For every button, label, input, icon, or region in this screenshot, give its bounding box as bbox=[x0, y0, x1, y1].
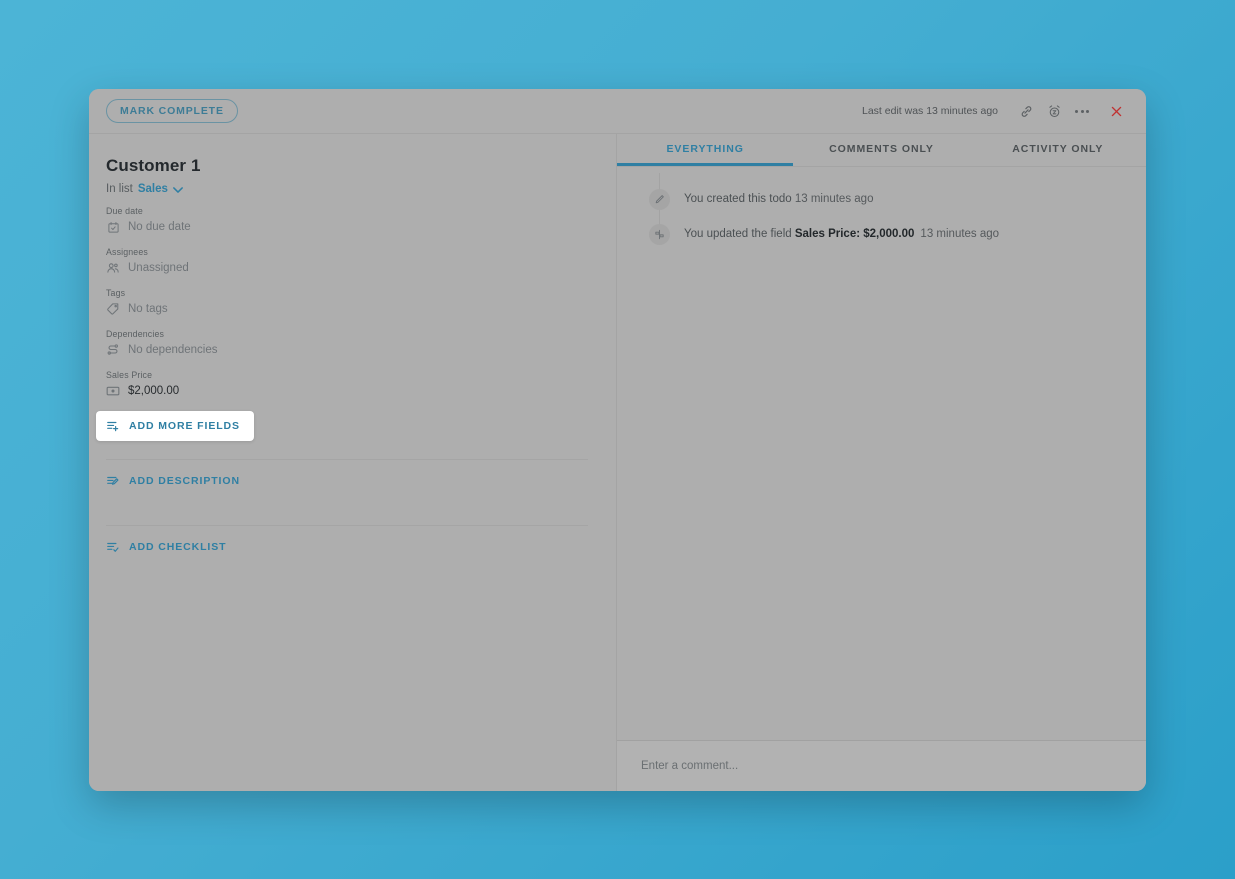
modal-header: MARK COMPLETE Last edit was 13 minutes a… bbox=[89, 89, 1146, 134]
list-name[interactable]: Sales bbox=[138, 183, 168, 195]
ellipsis-dots bbox=[1075, 109, 1089, 113]
tab-everything-label: EVERYTHING bbox=[666, 142, 744, 155]
page-title: Customer 1 bbox=[106, 156, 201, 175]
list-item: You updated the field Sales Price: $2,00… bbox=[649, 206, 1124, 245]
activity-text-bold: Sales Price: $2,000.00 bbox=[794, 228, 915, 240]
dependencies-icon bbox=[106, 343, 120, 357]
field-value-assignees[interactable]: Unassigned bbox=[106, 259, 588, 277]
add-description-button[interactable]: ADD DESCRIPTION bbox=[106, 474, 240, 488]
tab-comments-only[interactable]: COMMENTS ONLY bbox=[793, 134, 969, 166]
field-label-assignees: Assignees bbox=[106, 247, 148, 257]
in-list-prefix: In list bbox=[106, 183, 133, 195]
tab-activity-only[interactable]: ACTIVITY ONLY bbox=[970, 134, 1146, 166]
add-description-label: ADD DESCRIPTION bbox=[129, 475, 240, 487]
tags-text: No tags bbox=[128, 303, 168, 315]
due-date-text: No due date bbox=[128, 221, 191, 233]
field-label-tags: Tags bbox=[106, 288, 126, 298]
mark-complete-label: MARK COMPLETE bbox=[120, 105, 224, 117]
activity-timestamp: 13 minutes ago bbox=[794, 193, 874, 205]
add-checklist-label: ADD CHECKLIST bbox=[129, 541, 227, 553]
activity-text: You updated the field Sales Price: $2,00… bbox=[684, 224, 999, 245]
field-label-due-date: Due date bbox=[106, 206, 143, 216]
description-section: ADD DESCRIPTION bbox=[106, 459, 588, 507]
ellipsis-icon[interactable] bbox=[1068, 97, 1096, 125]
alarm-snooze-icon[interactable] bbox=[1040, 97, 1068, 125]
field-label-sales-price: Sales Price bbox=[106, 370, 153, 380]
field-value-due-date[interactable]: No due date bbox=[106, 218, 588, 236]
tab-comments-only-label: COMMENTS ONLY bbox=[829, 142, 934, 155]
activity-pane: EVERYTHING COMMENTS ONLY ACTIVITY ONLY Y… bbox=[617, 134, 1146, 791]
field-edit-icon bbox=[649, 224, 670, 245]
last-edit-text: Last edit was 13 minutes ago bbox=[862, 105, 998, 117]
link-icon[interactable] bbox=[1012, 97, 1040, 125]
activity-timestamp: 13 minutes ago bbox=[920, 228, 1000, 240]
field-value-tags[interactable]: No tags bbox=[106, 300, 588, 318]
assignees-text: Unassigned bbox=[128, 262, 189, 274]
field-label-dependencies: Dependencies bbox=[106, 329, 165, 339]
tab-everything[interactable]: EVERYTHING bbox=[617, 134, 794, 166]
activity-text-before: You updated the field bbox=[684, 228, 795, 240]
comment-input[interactable] bbox=[641, 760, 1122, 772]
field-tags: Tags No tags bbox=[106, 288, 588, 318]
add-more-fields-label: ADD MORE FIELDS bbox=[129, 420, 240, 432]
activity-text: You created this todo 13 minutes ago bbox=[684, 189, 873, 210]
field-due-date: Due date No due date bbox=[106, 206, 588, 236]
checklist-section: ADD CHECKLIST bbox=[106, 525, 588, 573]
activity-feed: You created this todo 13 minutes ago You… bbox=[617, 167, 1146, 740]
field-value-dependencies[interactable]: No dependencies bbox=[106, 341, 588, 359]
tab-activity-only-label: ACTIVITY ONLY bbox=[1012, 142, 1104, 155]
calendar-icon bbox=[106, 220, 120, 234]
in-list-row[interactable]: In list Sales bbox=[106, 183, 588, 195]
list-item: You created this todo 13 minutes ago bbox=[649, 173, 1124, 226]
mark-complete-button[interactable]: MARK COMPLETE bbox=[106, 99, 238, 123]
add-fields-icon bbox=[106, 419, 120, 433]
tag-icon bbox=[106, 302, 120, 316]
field-sales-price: Sales Price $2,000.00 bbox=[106, 370, 588, 400]
task-detail-modal: MARK COMPLETE Last edit was 13 minutes a… bbox=[89, 89, 1146, 791]
money-icon bbox=[106, 384, 120, 398]
activity-text-before: You created this todo bbox=[684, 193, 795, 205]
pencil-icon bbox=[649, 189, 670, 210]
field-dependencies: Dependencies No dependencies bbox=[106, 329, 588, 359]
dependencies-text: No dependencies bbox=[128, 344, 218, 356]
comment-box[interactable] bbox=[617, 740, 1146, 791]
activity-tabs: EVERYTHING COMMENTS ONLY ACTIVITY ONLY bbox=[617, 134, 1146, 167]
close-icon[interactable] bbox=[1102, 97, 1130, 125]
modal-body: Customer 1 In list Sales Due date No due… bbox=[89, 134, 1146, 791]
sales-price-text: $2,000.00 bbox=[128, 385, 180, 397]
add-checklist-button[interactable]: ADD CHECKLIST bbox=[106, 540, 226, 554]
add-more-fields-button[interactable]: ADD MORE FIELDS bbox=[96, 411, 254, 441]
chevron-down-icon[interactable] bbox=[172, 186, 183, 195]
field-assignees: Assignees Unassigned bbox=[106, 247, 588, 277]
header-actions: Last edit was 13 minutes ago bbox=[862, 97, 1130, 125]
people-icon bbox=[106, 261, 120, 275]
field-value-sales-price[interactable]: $2,000.00 bbox=[106, 382, 588, 400]
description-icon bbox=[106, 474, 120, 488]
checklist-icon bbox=[106, 540, 120, 554]
task-details-pane: Customer 1 In list Sales Due date No due… bbox=[89, 134, 617, 791]
